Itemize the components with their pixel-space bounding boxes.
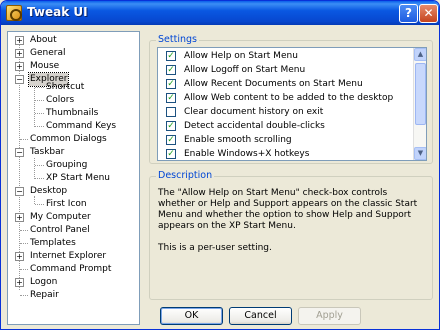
apply-button[interactable]: Apply (298, 307, 361, 325)
tree-item-label: Grouping (46, 160, 88, 170)
tree-item-label: Command Keys (46, 121, 117, 131)
expand-toggle[interactable]: + (15, 36, 24, 45)
setting-label: Enable Windows+X hotkeys (184, 149, 310, 159)
tree-item-label: Taskbar (30, 147, 65, 157)
settings-scrollbar[interactable]: ▲ ▼ (413, 48, 426, 160)
expand-toggle[interactable]: + (15, 62, 24, 71)
tree-item-label: Colors (46, 95, 75, 105)
settings-group: Settings ✓ Allow Help on Start Menu ✓ Al… (149, 34, 433, 164)
close-button[interactable]: ✕ (419, 4, 438, 23)
expand-toggle[interactable]: + (15, 49, 24, 58)
setting-label: Enable smooth scrolling (184, 135, 292, 145)
checkbox[interactable]: ✓ (166, 51, 176, 61)
tree-line (20, 139, 28, 140)
collapse-toggle[interactable]: − (15, 187, 24, 196)
setting-label: Allow Help on Start Menu (184, 51, 298, 61)
tweak-ui-app-icon (6, 5, 22, 21)
checkbox[interactable] (166, 107, 176, 117)
tree-line (34, 158, 35, 179)
tree-line (35, 204, 44, 205)
collapse-toggle[interactable]: − (15, 75, 24, 84)
description-group: Description The "Allow Help on Start Men… (149, 170, 433, 300)
tree-item-label: Common Dialogs (30, 134, 107, 144)
checkbox[interactable]: ✓ (166, 121, 176, 131)
tree-item-label: Command Prompt (30, 264, 112, 274)
tree-item-label: Internet Explorer (30, 251, 107, 261)
checkbox[interactable]: ✓ (166, 65, 176, 75)
description-paragraph: This is a per-user setting. (158, 243, 272, 253)
tree-line (20, 295, 28, 296)
setting-label: Detect accidental double-clicks (184, 121, 325, 131)
tree-item-label: First Icon (46, 199, 87, 209)
settings-list[interactable]: ✓ Allow Help on Start Menu ✓ Allow Logof… (157, 47, 427, 161)
description-text: The "Allow Help on Start Menu" check-box… (158, 188, 418, 265)
tree-item-label: General (30, 48, 66, 58)
scroll-up-arrow-icon[interactable]: ▲ (414, 48, 426, 61)
scroll-down-arrow-icon[interactable]: ▼ (414, 147, 426, 160)
expand-toggle[interactable]: + (15, 252, 24, 261)
setting-label: Allow Web content to be added to the des… (184, 93, 394, 103)
tree-item-label: Repair (30, 290, 59, 300)
setting-label: Allow Logoff on Start Menu (184, 65, 306, 75)
scroll-thumb[interactable] (415, 63, 426, 125)
tree-line (20, 230, 28, 231)
setting-label: Allow Recent Documents on Start Menu (184, 79, 363, 89)
tree-item-label: Desktop (30, 186, 68, 196)
tree-item-label: Thumbnails (46, 108, 99, 118)
cancel-button[interactable]: Cancel (229, 307, 292, 325)
expand-toggle[interactable]: + (15, 278, 24, 287)
tree-line (20, 243, 28, 244)
window-title: Tweak UI (27, 5, 88, 19)
tree-item-label: Mouse (30, 61, 60, 71)
checkbox[interactable]: ✓ (166, 93, 176, 103)
description-paragraph: The "Allow Help on Start Menu" check-box… (158, 188, 418, 231)
checkbox[interactable]: ✓ (166, 79, 176, 89)
tree-line (35, 100, 44, 101)
settings-group-title: Settings (156, 34, 199, 45)
expand-toggle[interactable]: + (15, 213, 24, 222)
checkbox[interactable]: ✓ (166, 135, 176, 145)
setting-label: Clear document history on exit (184, 107, 324, 117)
tree-line (35, 126, 44, 127)
tree-line (35, 113, 44, 114)
tweak-ui-window: Tweak UI ? ✕ + About + General + Mouse −… (0, 0, 440, 330)
description-group-title: Description (156, 170, 215, 181)
checkbox[interactable]: ✓ (166, 149, 176, 159)
tree-line (35, 165, 44, 166)
tree-item-label: Templates (30, 238, 76, 248)
tree-line (35, 87, 44, 88)
tree-item-label: About (30, 35, 57, 45)
help-button[interactable]: ? (399, 4, 418, 23)
tree-item-label: Control Panel (30, 225, 90, 235)
tree-item-label: Logon (30, 277, 58, 287)
tree-line (35, 178, 44, 179)
tree-line (20, 269, 28, 270)
tree-item-label: Shortcut (46, 82, 85, 92)
tree-item-label: XP Start Menu (46, 173, 111, 183)
tree-item-label: My Computer (30, 212, 91, 222)
category-tree[interactable]: + About + General + Mouse − Explorer Sho… (7, 31, 140, 325)
title-bar[interactable]: Tweak UI ? ✕ (1, 1, 439, 25)
ok-button[interactable]: OK (160, 307, 223, 325)
collapse-toggle[interactable]: − (15, 148, 24, 157)
